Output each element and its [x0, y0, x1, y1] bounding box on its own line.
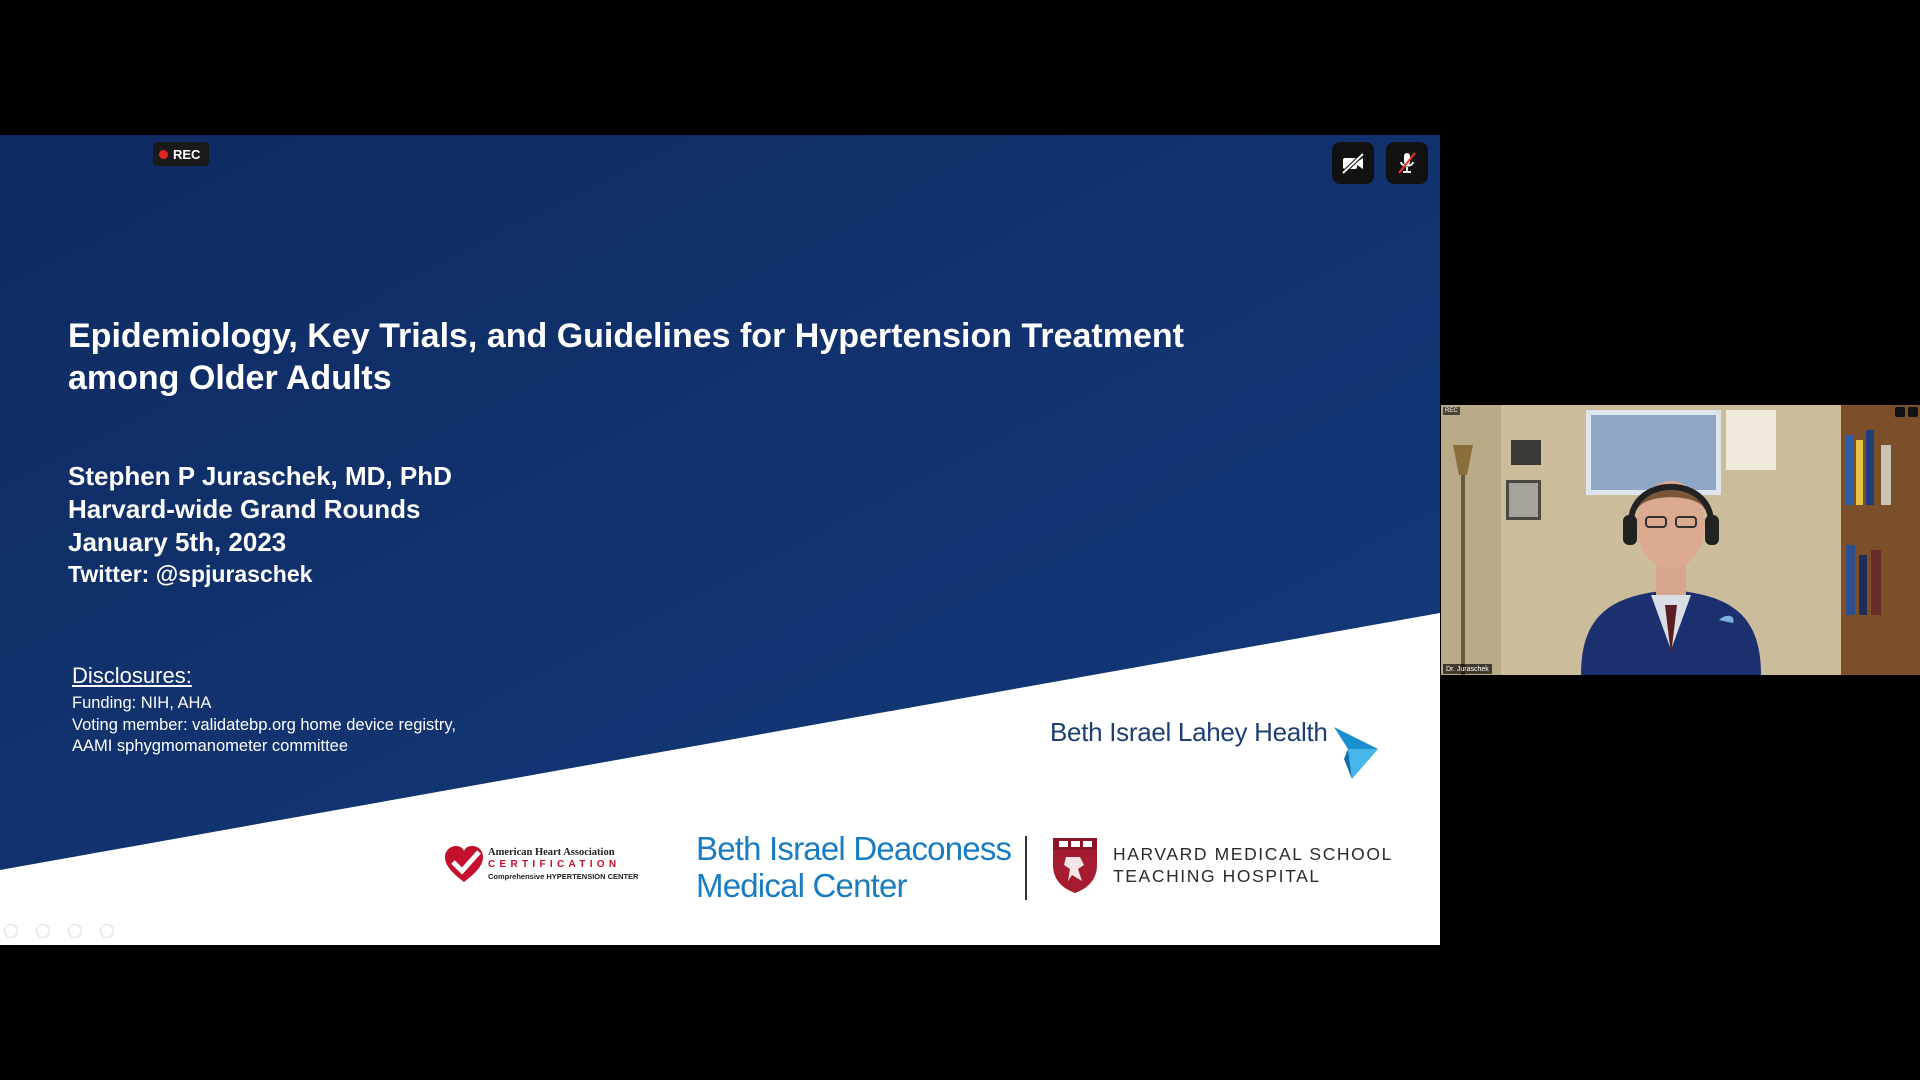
bidmc-logo: Beth Israel Deaconess Medical Center: [696, 830, 1012, 904]
disclosure-line: AAMI sphygmomanometer committee: [72, 737, 349, 755]
mic-off-icon: [1398, 152, 1416, 174]
bidmc-line-1: Beth Israel Deaconess: [696, 830, 1012, 867]
event-name: Harvard-wide Grand Rounds: [68, 494, 421, 524]
slide-title: Epidemiology, Key Trials, and Guidelines…: [68, 315, 1308, 399]
webcam-controls: [1895, 407, 1918, 417]
bidmc-line-2: Medical Center: [696, 867, 908, 904]
webcam-top-label: REC: [1443, 407, 1460, 415]
heart-check-icon: [445, 846, 483, 882]
pen-tool-icon[interactable]: [36, 924, 50, 938]
disclosure-line: Funding: NIH, AHA: [72, 694, 212, 712]
title-line-1: Epidemiology, Key Trials, and Guidelines…: [68, 317, 1184, 355]
webcam-scene: [1441, 405, 1920, 675]
more-options-icon[interactable]: [100, 924, 114, 938]
disclosures: Disclosures: Funding: NIH, AHA Voting me…: [72, 662, 456, 758]
webcam-top-text: REC: [1445, 408, 1458, 414]
speaker-name: Stephen P Juraschek, MD, PhD: [68, 461, 452, 491]
logo-divider: [1025, 836, 1027, 900]
participant-name: Dr. Juraschek: [1446, 665, 1489, 673]
hms-logo-text: HARVARD MEDICAL SCHOOL TEACHING HOSPITAL: [1113, 843, 1393, 887]
twitter-handle: Twitter: @spjuraschek: [68, 561, 313, 587]
search-icon[interactable]: [68, 924, 82, 938]
video-off-icon: [1341, 152, 1365, 175]
blh-arrow-icon: [1334, 727, 1378, 779]
meeting-window: Epidemiology, Key Trials, and Guidelines…: [0, 0, 1920, 1080]
aha-certification: CERTIFICATION: [488, 859, 621, 870]
video-icon[interactable]: [1895, 407, 1905, 417]
title-line-2: among Older Adults: [68, 359, 392, 397]
recording-label: REC: [173, 146, 201, 162]
blh-logo-text: Beth Israel Lahey Health: [1050, 717, 1328, 747]
camera-toggle-button[interactable]: [1332, 142, 1374, 184]
mic-toggle-button[interactable]: [1386, 142, 1428, 184]
disclosure-line: Voting member: validatebp.org home devic…: [72, 715, 456, 734]
aha-center: Comprehensive HYPERTENSION CENTER: [488, 872, 639, 881]
speaker-info: Stephen P Juraschek, MD, PhD Harvard-wid…: [68, 460, 452, 589]
webcam-video: REC Dr. Juraschek: [1441, 405, 1920, 675]
hms-line-2: TEACHING HOSPITAL: [1113, 866, 1321, 886]
recording-badge: REC: [153, 142, 209, 166]
aha-name: American Heart Association: [488, 847, 615, 858]
participant-name-tag: Dr. Juraschek: [1443, 664, 1492, 674]
event-date: January 5th, 2023: [68, 527, 287, 557]
aha-certification-logo: American Heart Association CERTIFICATION…: [443, 845, 653, 885]
disclosures-heading: Disclosures:: [72, 663, 192, 688]
record-dot-icon: [159, 149, 168, 159]
hms-line-1: HARVARD MEDICAL SCHOOL: [1113, 844, 1393, 864]
more-icon[interactable]: [1908, 407, 1918, 417]
harvard-shield-icon: [1053, 838, 1097, 893]
shared-slide: Epidemiology, Key Trials, and Guidelines…: [0, 135, 1440, 945]
previous-slide-icon[interactable]: [4, 924, 18, 938]
slide-navigation[interactable]: [4, 920, 134, 942]
